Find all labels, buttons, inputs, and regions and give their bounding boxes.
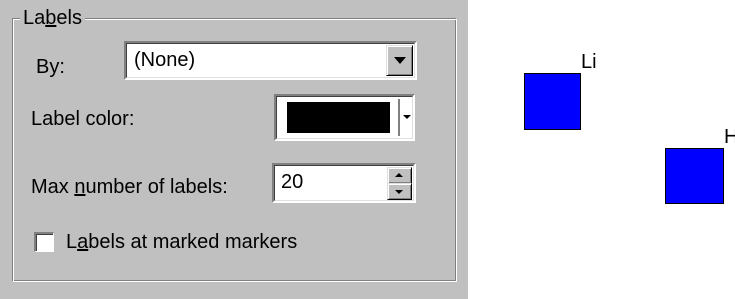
chevron-down-icon[interactable] bbox=[403, 115, 411, 119]
chevron-up-icon bbox=[395, 173, 403, 177]
marker-square[interactable] bbox=[524, 73, 581, 130]
labels-at-marked-checkbox[interactable] bbox=[34, 232, 54, 252]
max-labels-spinner[interactable]: 20 bbox=[272, 163, 416, 203]
by-dropdown-button[interactable] bbox=[386, 45, 413, 76]
chevron-down-icon bbox=[394, 57, 406, 64]
spin-down-button[interactable] bbox=[387, 183, 412, 200]
labels-settings-panel: Labels By: (None) Label color: Max numbe… bbox=[0, 0, 468, 299]
max-labels-label: Max number of labels: bbox=[31, 176, 228, 198]
label-color-divider bbox=[398, 99, 400, 136]
labels-at-marked-label[interactable]: Labels at marked markers bbox=[66, 230, 297, 254]
marker-label: H bbox=[724, 126, 735, 148]
by-dropdown-value: (None) bbox=[134, 49, 196, 71]
spin-up-button[interactable] bbox=[387, 167, 412, 184]
labels-groupbox-title: Labels bbox=[20, 6, 85, 30]
plot-area: Li H bbox=[468, 0, 735, 299]
label-color-picker[interactable] bbox=[274, 94, 415, 141]
by-label: By: bbox=[36, 56, 65, 78]
label-color-label: Label color: bbox=[31, 108, 135, 130]
marker-label: Li bbox=[581, 51, 597, 73]
chevron-down-icon bbox=[395, 190, 403, 194]
marker-square[interactable] bbox=[665, 148, 724, 204]
label-color-swatch bbox=[287, 102, 390, 133]
max-labels-input[interactable]: 20 bbox=[281, 170, 303, 194]
by-dropdown[interactable]: (None) bbox=[124, 41, 417, 80]
